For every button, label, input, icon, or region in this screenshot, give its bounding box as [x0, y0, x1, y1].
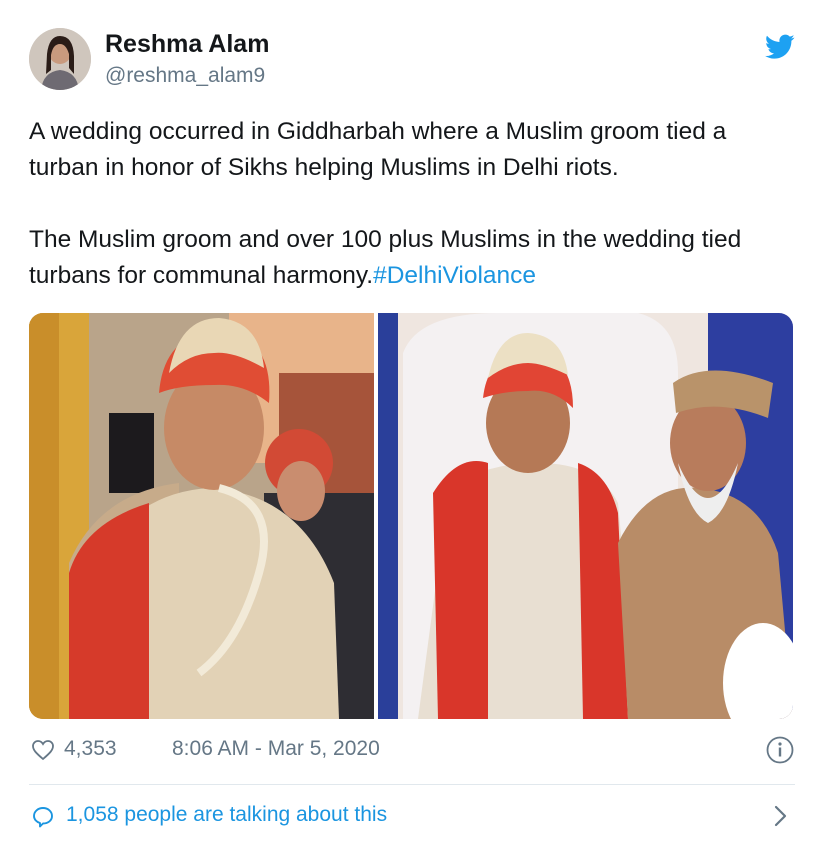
tweet-header: Reshma Alam @reshma_alam9 — [29, 28, 795, 92]
author-name[interactable]: Reshma Alam — [105, 30, 269, 59]
tweet-paragraph-1: A wedding occurred in Giddharbah where a… — [29, 118, 727, 181]
talking-about-label: 1,058 people are talking about this — [66, 803, 388, 826]
chevron-right-icon[interactable] — [773, 803, 789, 829]
info-icon[interactable] — [765, 735, 795, 765]
conversation-link[interactable]: 1,058 people are talking about this — [29, 800, 795, 834]
tweet-meta: 4,353 8:06 AM - Mar 5, 2020 — [29, 734, 795, 768]
twitter-bird-icon[interactable] — [765, 34, 795, 60]
user-avatar[interactable] — [29, 28, 91, 90]
like-count[interactable]: 4,353 — [64, 737, 117, 761]
wedding-photo-left[interactable] — [29, 313, 374, 719]
wedding-photo-right[interactable] — [378, 313, 793, 719]
divider — [29, 784, 795, 785]
comment-bubble-icon — [33, 807, 53, 828]
heart-icon[interactable] — [31, 738, 55, 762]
tweet-text: A wedding occurred in Giddharbah where a… — [29, 114, 799, 330]
tweet-paragraph-2: The Muslim groom and over 100 plus Musli… — [29, 222, 799, 294]
tweet-timestamp[interactable]: 8:06 AM - Mar 5, 2020 — [172, 737, 380, 761]
hashtag-link[interactable]: #DelhiViolance — [373, 262, 536, 289]
author-handle[interactable]: @reshma_alam9 — [105, 64, 265, 88]
tweet-media[interactable] — [29, 313, 793, 719]
